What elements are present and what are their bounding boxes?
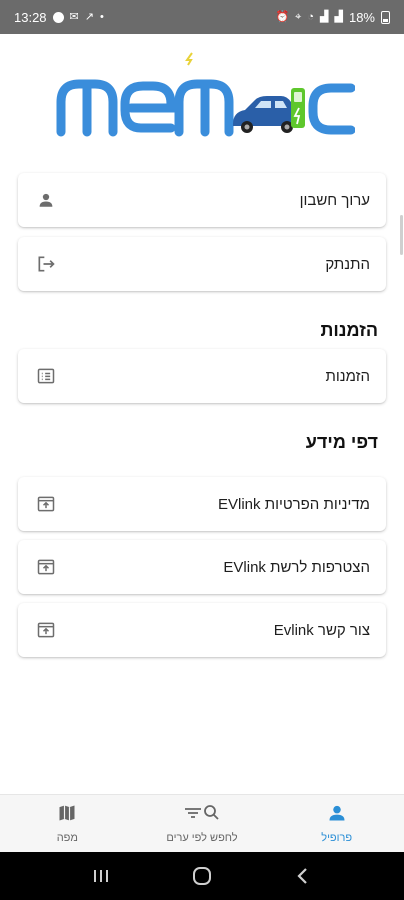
map-icon xyxy=(57,803,77,828)
nav-tab-search-by-city-label: לחפש לפי ערים xyxy=(166,832,238,844)
missed-call-icon: ↗ xyxy=(84,10,94,23)
list-icon xyxy=(36,366,56,386)
status-bar: 13:28 ✉ ↗ • ⏰ ⌖ ◔ ▟ ▟ 18% xyxy=(0,0,404,34)
nav-tab-profile[interactable]: פרופיל xyxy=(269,795,404,852)
memoc-logo xyxy=(56,52,355,137)
gmail-notification-icon: ✉ xyxy=(69,10,79,23)
status-bar-right: ⏰ ⌖ ◔ ▟ ▟ 18% xyxy=(275,10,390,25)
location-icon: ⌖ xyxy=(295,10,302,23)
home-button[interactable] xyxy=(187,861,217,891)
signal-icon: ▟ xyxy=(334,10,343,23)
charging-station-icon xyxy=(291,88,305,128)
contact-us-label: צור קשר Evlink xyxy=(273,621,370,639)
battery-icon xyxy=(381,10,390,24)
nav-tab-map[interactable]: מפה xyxy=(0,795,135,852)
open-external-icon xyxy=(36,620,56,640)
logout-label: התנתק xyxy=(325,255,370,273)
status-bar-left: 13:28 ✉ ↗ • xyxy=(14,10,104,25)
nav-tab-search-by-city[interactable]: לחפש לפי ערים xyxy=(135,795,270,852)
orders-item[interactable]: הזמנות xyxy=(18,349,386,403)
privacy-policy-label: מדיניות הפרטיות EVlink xyxy=(218,495,370,513)
edit-account-label: ערוך חשבון xyxy=(299,191,370,209)
join-network-label: הצטרפות לרשת EVlink xyxy=(223,558,370,576)
edit-account-item[interactable]: ערוך חשבון xyxy=(18,173,386,227)
open-external-icon xyxy=(36,557,56,577)
wifi-icon: ◔ xyxy=(307,10,315,23)
person-icon xyxy=(36,190,56,210)
info-pages-section-title: דפי מידע xyxy=(305,432,378,452)
alarm-icon: ⏰ xyxy=(275,10,290,23)
back-button[interactable] xyxy=(288,861,318,891)
nav-tab-map-label: מפה xyxy=(56,832,78,844)
contact-us-item[interactable]: צור קשר Evlink xyxy=(18,603,386,657)
system-navigation-bar xyxy=(0,852,404,900)
car-icon xyxy=(233,96,301,133)
logout-icon xyxy=(36,254,56,274)
join-network-item[interactable]: הצטרפות לרשת EVlink xyxy=(18,540,386,594)
orders-label: הזמנות xyxy=(325,367,370,385)
orders-section-title: הזמנות xyxy=(320,320,378,340)
profile-icon xyxy=(327,803,347,828)
facebook-notification-icon xyxy=(52,11,64,23)
signal-icon: ▟ xyxy=(320,10,329,23)
battery-percent: 18% xyxy=(348,9,375,25)
more-notifications-icon: • xyxy=(99,10,104,23)
nav-tab-profile-label: פרופיל xyxy=(321,832,353,844)
filter-search-icon xyxy=(183,803,221,828)
open-external-icon xyxy=(36,494,56,514)
scrollbar[interactable] xyxy=(400,215,403,255)
recent-apps-button[interactable] xyxy=(86,861,116,891)
logout-item[interactable]: התנתק xyxy=(18,237,386,291)
privacy-policy-item[interactable]: מדיניות הפרטיות EVlink xyxy=(18,477,386,531)
bottom-navigation: מפה לחפש לפי ערים פרופיל xyxy=(0,794,404,852)
status-time: 13:28 xyxy=(14,9,47,25)
